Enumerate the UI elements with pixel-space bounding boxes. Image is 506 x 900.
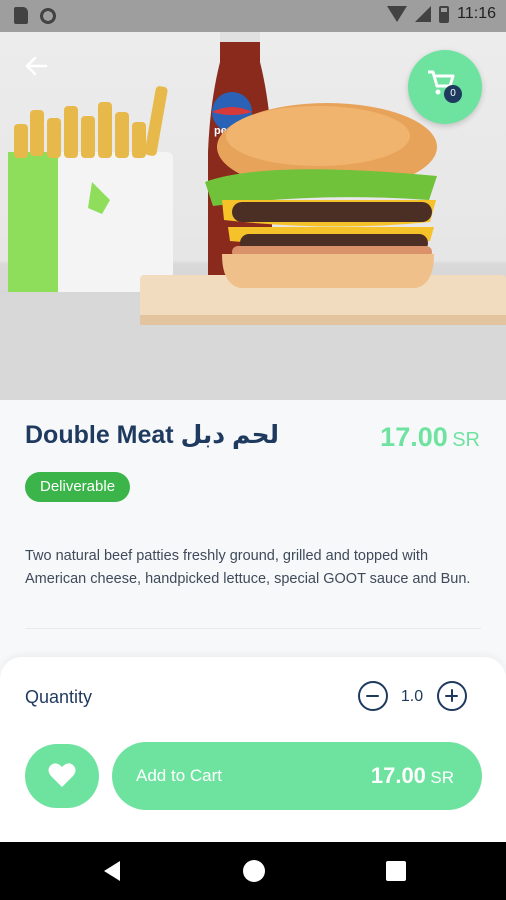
wifi-icon — [387, 6, 408, 22]
battery-icon — [439, 5, 450, 23]
nav-home-icon[interactable] — [243, 860, 265, 882]
cart-button[interactable]: 0 — [408, 50, 482, 124]
price-value: 17.00 — [380, 422, 448, 452]
decrease-quantity-button[interactable] — [358, 681, 388, 711]
product-price: 17.00 SR — [380, 422, 480, 453]
nav-back-icon[interactable] — [102, 860, 122, 882]
status-time: 11:16 — [457, 5, 496, 22]
deliverable-badge: Deliverable — [25, 472, 131, 502]
add-to-cart-button[interactable]: Add to Cart 17.00 SR — [112, 742, 482, 810]
back-arrow-icon[interactable] — [20, 50, 52, 82]
status-bar: 11:16 — [0, 0, 506, 32]
add-to-cart-price-value: 17.00 — [370, 763, 426, 788]
quantity-value: 1.0 — [400, 688, 424, 705]
add-to-cart-price: 17.00 SR — [371, 763, 454, 789]
favorite-button[interactable] — [25, 744, 99, 808]
add-to-cart-label: Add to Cart — [136, 766, 222, 785]
price-unit: SR — [452, 429, 480, 451]
system-nav-bar — [0, 842, 506, 900]
order-panel: Quantity 1.0 Add to Cart 17.00 SR — [0, 657, 506, 842]
product-hero-image: pepsi 0 — [0, 32, 506, 400]
add-to-cart-price-unit: SR — [430, 768, 454, 787]
product-title: Double Meat لحم دبل — [25, 421, 280, 449]
nav-recents-icon[interactable] — [386, 861, 406, 881]
sd-card-icon — [14, 7, 28, 24]
quantity-label: Quantity — [25, 687, 93, 707]
increase-quantity-button[interactable] — [437, 681, 467, 711]
heart-icon — [48, 763, 76, 787]
divider — [25, 628, 481, 629]
circle-icon — [40, 8, 56, 24]
signal-icon — [415, 6, 432, 22]
product-description: Two natural beef patties freshly ground,… — [25, 548, 471, 587]
cart-count-badge: 0 — [444, 85, 462, 103]
